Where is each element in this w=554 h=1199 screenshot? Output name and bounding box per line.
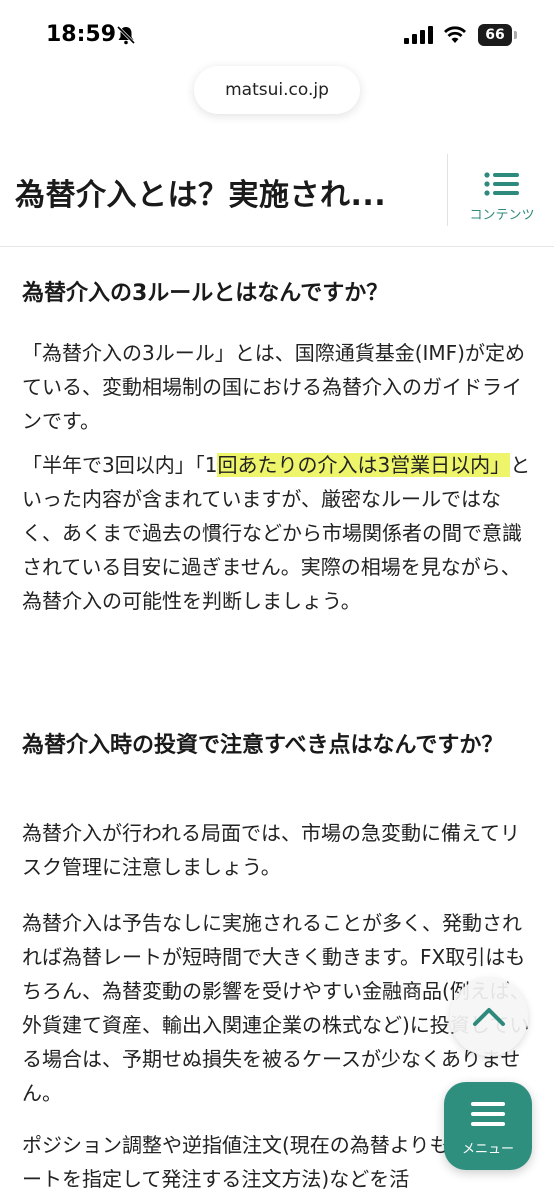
hamburger-icon xyxy=(471,1102,505,1126)
battery-icon: 66 xyxy=(478,24,518,46)
status-time: 18:59 xyxy=(46,22,117,47)
highlighted-text: 回あたりの介入は3営業日以内」 xyxy=(217,453,511,477)
page-header: 為替介入とは？実施され... コンテンツ xyxy=(0,150,554,247)
battery-level: 66 xyxy=(478,24,512,46)
address-bar[interactable]: matsui.co.jp xyxy=(194,66,360,114)
menu-button[interactable]: メニュー xyxy=(444,1082,532,1170)
list-icon xyxy=(484,172,519,196)
header-divider xyxy=(447,154,448,226)
paragraph-text: 「半年で3回以内」「1 xyxy=(22,453,218,477)
section-heading: 為替介入時の投資で注意すべき点はなんですか？ xyxy=(22,733,504,758)
wifi-icon xyxy=(444,26,466,43)
section-heading: 為替介入の3ルールとはなんですか？ xyxy=(22,281,389,306)
paragraph-text: といった内容が含まれていますが、厳密なルールではなく、あくまで過去の慣行などから… xyxy=(22,453,531,613)
cellular-signal-icon xyxy=(404,26,433,44)
menu-label: メニュー xyxy=(461,1142,514,1157)
paragraph: 「為替介入の3ルール」とは、国際通貨基金(IMF)が定めている、変動相場制の国に… xyxy=(22,341,525,433)
page-title: 為替介入とは？実施され... xyxy=(15,178,387,213)
contents-label: コンテンツ xyxy=(469,208,535,223)
paragraph: 為替介入が行われる局面では、市場の急変動に備えてリスク管理に注意しましょう。 xyxy=(22,821,520,879)
scroll-to-top-button[interactable] xyxy=(450,978,528,1056)
paragraph: 「半年で3回以内」「1回あたりの介入は3営業日以内」といった内容が含まれています… xyxy=(22,448,532,618)
contents-button[interactable]: コンテンツ xyxy=(460,164,544,228)
bell-muted-icon xyxy=(116,25,136,45)
chevron-up-icon xyxy=(473,1008,505,1026)
status-bar: 18:59 66 xyxy=(0,0,554,62)
